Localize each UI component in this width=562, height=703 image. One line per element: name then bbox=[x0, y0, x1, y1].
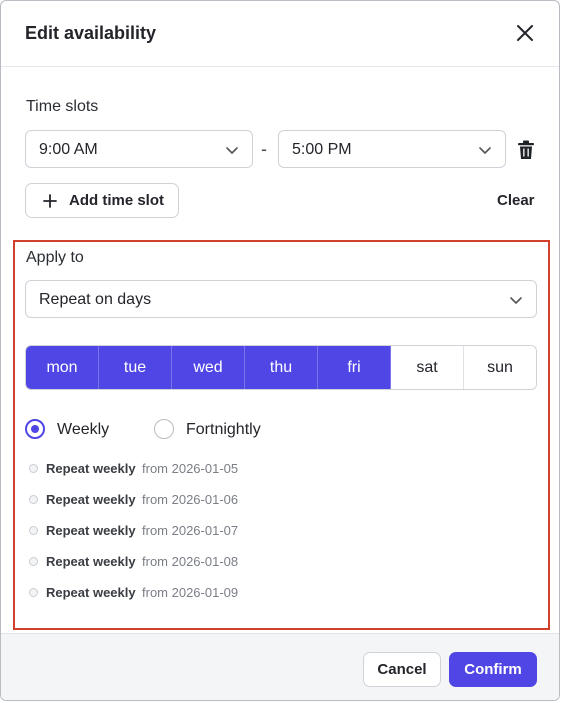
day-thu[interactable]: thu bbox=[245, 346, 318, 389]
repeat-from: from 2026-01-07 bbox=[142, 523, 239, 538]
time-range-separator: - bbox=[261, 139, 267, 159]
apply-to-label: Apply to bbox=[26, 249, 84, 266]
dialog-title: Edit availability bbox=[25, 23, 157, 43]
clear-button[interactable]: Clear bbox=[497, 192, 535, 209]
close-icon[interactable] bbox=[513, 21, 537, 45]
day-fri[interactable]: fri bbox=[318, 346, 391, 389]
day-sat[interactable]: sat bbox=[391, 346, 464, 389]
time-slots-label: Time slots bbox=[26, 98, 99, 115]
plus-icon bbox=[43, 194, 57, 208]
repeat-dot bbox=[29, 495, 38, 504]
chevron-down-icon bbox=[226, 147, 238, 154]
day-tue[interactable]: tue bbox=[99, 346, 172, 389]
add-time-slot-label: Add time slot bbox=[69, 192, 165, 209]
fortnightly-radio[interactable] bbox=[154, 419, 174, 439]
day-sun[interactable]: sun bbox=[464, 346, 536, 389]
repeat-label: Repeat weekly bbox=[46, 523, 136, 538]
repeat-dot bbox=[29, 557, 38, 566]
repeat-label: Repeat weekly bbox=[46, 492, 136, 507]
repeat-from: from 2026-01-05 bbox=[142, 461, 239, 476]
trash-icon[interactable] bbox=[515, 139, 537, 161]
repeat-dot bbox=[29, 464, 38, 473]
repeat-from: from 2026-01-09 bbox=[142, 585, 239, 600]
repeat-dot bbox=[29, 526, 38, 535]
apply-to-value: Repeat on days bbox=[39, 291, 152, 308]
repeat-from: from 2026-01-08 bbox=[142, 554, 239, 569]
day-mon[interactable]: mon bbox=[26, 346, 99, 389]
confirm-button[interactable]: Confirm bbox=[449, 652, 537, 687]
repeat-label: Repeat weekly bbox=[46, 585, 136, 600]
repeat-dot bbox=[29, 588, 38, 597]
apply-to-select[interactable]: Repeat on days bbox=[25, 280, 537, 318]
repeat-label: Repeat weekly bbox=[46, 554, 136, 569]
weekly-label[interactable]: Weekly bbox=[57, 421, 109, 439]
end-time-value: 5:00 PM bbox=[292, 141, 352, 158]
weekly-radio[interactable] bbox=[25, 419, 45, 439]
day-selector: mon tue wed thu fri sat sun bbox=[25, 345, 537, 390]
repeat-from: from 2026-01-06 bbox=[142, 492, 239, 507]
chevron-down-icon bbox=[479, 147, 491, 154]
dialog-footer: Cancel Confirm bbox=[1, 633, 559, 700]
repeat-label: Repeat weekly bbox=[46, 461, 136, 476]
start-time-value: 9:00 AM bbox=[39, 141, 98, 158]
fortnightly-label[interactable]: Fortnightly bbox=[186, 421, 261, 439]
edit-availability-dialog: Edit availability Time slots 9:00 AM - 5… bbox=[0, 0, 560, 701]
start-time-select[interactable]: 9:00 AM bbox=[25, 130, 253, 168]
cancel-button[interactable]: Cancel bbox=[363, 652, 441, 687]
end-time-select[interactable]: 5:00 PM bbox=[278, 130, 506, 168]
add-time-slot-button[interactable]: Add time slot bbox=[25, 183, 179, 218]
dialog-header: Edit availability bbox=[1, 1, 559, 67]
chevron-down-icon bbox=[510, 297, 522, 304]
day-wed[interactable]: wed bbox=[172, 346, 245, 389]
